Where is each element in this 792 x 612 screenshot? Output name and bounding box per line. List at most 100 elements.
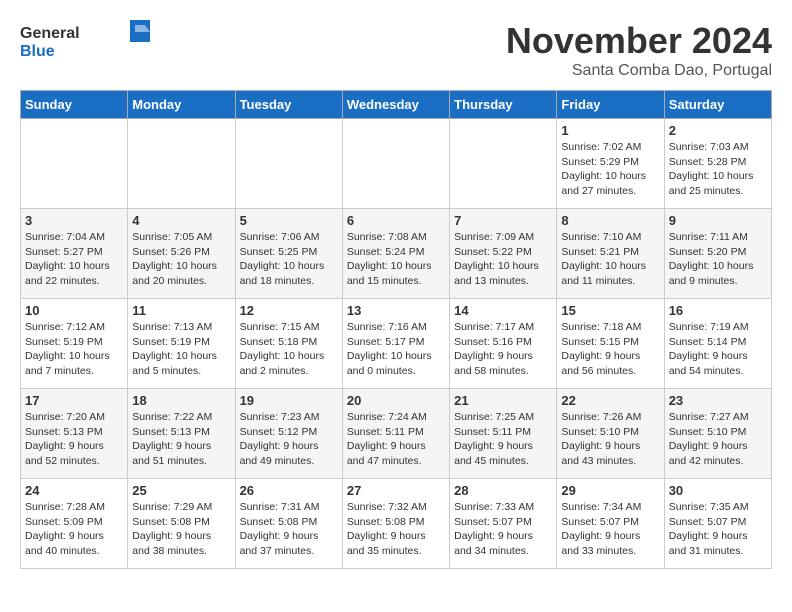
day-cell: 6 Sunrise: 7:08 AM Sunset: 5:24 PM Daylig…	[342, 209, 449, 299]
day-cell: 2 Sunrise: 7:03 AM Sunset: 5:28 PM Daylig…	[664, 119, 771, 209]
day-cell: 18 Sunrise: 7:22 AM Sunset: 5:13 PM Dayli…	[128, 389, 235, 479]
day-number: 30	[669, 483, 767, 498]
day-cell: 10 Sunrise: 7:12 AM Sunset: 5:19 PM Dayli…	[21, 299, 128, 389]
day-info: Sunrise: 7:22 AM Sunset: 5:13 PM Dayligh…	[132, 410, 230, 469]
day-info: Sunrise: 7:17 AM Sunset: 5:16 PM Dayligh…	[454, 320, 552, 379]
day-number: 16	[669, 303, 767, 318]
day-info: Sunrise: 7:34 AM Sunset: 5:07 PM Dayligh…	[561, 500, 659, 559]
day-cell: 17 Sunrise: 7:20 AM Sunset: 5:13 PM Dayli…	[21, 389, 128, 479]
day-number: 25	[132, 483, 230, 498]
logo-svg: General Blue	[20, 20, 150, 65]
day-cell: 29 Sunrise: 7:34 AM Sunset: 5:07 PM Dayli…	[557, 479, 664, 569]
day-number: 6	[347, 213, 445, 228]
week-row-4: 17 Sunrise: 7:20 AM Sunset: 5:13 PM Dayli…	[21, 389, 772, 479]
day-info: Sunrise: 7:08 AM Sunset: 5:24 PM Dayligh…	[347, 230, 445, 289]
day-cell	[235, 119, 342, 209]
header: General Blue November 2024 Santa Comba D…	[20, 20, 772, 80]
day-info: Sunrise: 7:09 AM Sunset: 5:22 PM Dayligh…	[454, 230, 552, 289]
day-number: 26	[240, 483, 338, 498]
week-row-5: 24 Sunrise: 7:28 AM Sunset: 5:09 PM Dayli…	[21, 479, 772, 569]
day-cell: 23Sunrise: 7:27 AM Sunset: 5:10 PM Dayli…	[664, 389, 771, 479]
weekday-header-row: SundayMondayTuesdayWednesdayThursdayFrid…	[21, 91, 772, 119]
week-row-1: 1 Sunrise: 7:02 AM Sunset: 5:29 PM Daylig…	[21, 119, 772, 209]
day-number: 5	[240, 213, 338, 228]
day-number: 4	[132, 213, 230, 228]
day-info: Sunrise: 7:02 AM Sunset: 5:29 PM Dayligh…	[561, 140, 659, 199]
day-info: Sunrise: 7:15 AM Sunset: 5:18 PM Dayligh…	[240, 320, 338, 379]
day-number: 15	[561, 303, 659, 318]
day-cell: 27 Sunrise: 7:32 AM Sunset: 5:08 PM Dayli…	[342, 479, 449, 569]
day-info: Sunrise: 7:04 AM Sunset: 5:27 PM Dayligh…	[25, 230, 123, 289]
day-number: 8	[561, 213, 659, 228]
month-title: November 2024	[506, 20, 772, 62]
day-cell: 14Sunrise: 7:17 AM Sunset: 5:16 PM Dayli…	[450, 299, 557, 389]
day-cell	[128, 119, 235, 209]
day-number: 22	[561, 393, 659, 408]
day-cell: 3 Sunrise: 7:04 AM Sunset: 5:27 PM Daylig…	[21, 209, 128, 299]
day-info: Sunrise: 7:23 AM Sunset: 5:12 PM Dayligh…	[240, 410, 338, 469]
weekday-header-sunday: Sunday	[21, 91, 128, 119]
day-info: Sunrise: 7:13 AM Sunset: 5:19 PM Dayligh…	[132, 320, 230, 379]
day-cell: 4Sunrise: 7:05 AM Sunset: 5:26 PM Daylig…	[128, 209, 235, 299]
day-info: Sunrise: 7:27 AM Sunset: 5:10 PM Dayligh…	[669, 410, 767, 469]
day-info: Sunrise: 7:35 AM Sunset: 5:07 PM Dayligh…	[669, 500, 767, 559]
weekday-header-friday: Friday	[557, 91, 664, 119]
day-cell: 13Sunrise: 7:16 AM Sunset: 5:17 PM Dayli…	[342, 299, 449, 389]
day-info: Sunrise: 7:29 AM Sunset: 5:08 PM Dayligh…	[132, 500, 230, 559]
location-title: Santa Comba Dao, Portugal	[506, 62, 772, 80]
day-cell: 12 Sunrise: 7:15 AM Sunset: 5:18 PM Dayli…	[235, 299, 342, 389]
day-number: 18	[132, 393, 230, 408]
week-row-2: 3 Sunrise: 7:04 AM Sunset: 5:27 PM Daylig…	[21, 209, 772, 299]
day-info: Sunrise: 7:10 AM Sunset: 5:21 PM Dayligh…	[561, 230, 659, 289]
weekday-header-tuesday: Tuesday	[235, 91, 342, 119]
week-row-3: 10 Sunrise: 7:12 AM Sunset: 5:19 PM Dayli…	[21, 299, 772, 389]
day-number: 24	[25, 483, 123, 498]
day-info: Sunrise: 7:33 AM Sunset: 5:07 PM Dayligh…	[454, 500, 552, 559]
day-cell	[21, 119, 128, 209]
day-info: Sunrise: 7:28 AM Sunset: 5:09 PM Dayligh…	[25, 500, 123, 559]
logo: General Blue	[20, 20, 150, 65]
day-number: 17	[25, 393, 123, 408]
weekday-header-saturday: Saturday	[664, 91, 771, 119]
day-cell: 8 Sunrise: 7:10 AM Sunset: 5:21 PM Daylig…	[557, 209, 664, 299]
day-info: Sunrise: 7:24 AM Sunset: 5:11 PM Dayligh…	[347, 410, 445, 469]
svg-text:General: General	[20, 25, 80, 42]
day-info: Sunrise: 7:26 AM Sunset: 5:10 PM Dayligh…	[561, 410, 659, 469]
day-cell	[342, 119, 449, 209]
day-cell: 15Sunrise: 7:18 AM Sunset: 5:15 PM Dayli…	[557, 299, 664, 389]
day-info: Sunrise: 7:20 AM Sunset: 5:13 PM Dayligh…	[25, 410, 123, 469]
day-cell: 22 Sunrise: 7:26 AM Sunset: 5:10 PM Dayli…	[557, 389, 664, 479]
day-number: 1	[561, 123, 659, 138]
day-number: 2	[669, 123, 767, 138]
day-number: 19	[240, 393, 338, 408]
day-number: 10	[25, 303, 123, 318]
day-cell: 25 Sunrise: 7:29 AM Sunset: 5:08 PM Dayli…	[128, 479, 235, 569]
day-cell: 21 Sunrise: 7:25 AM Sunset: 5:11 PM Dayli…	[450, 389, 557, 479]
day-number: 11	[132, 303, 230, 318]
day-cell: 11 Sunrise: 7:13 AM Sunset: 5:19 PM Dayli…	[128, 299, 235, 389]
day-info: Sunrise: 7:32 AM Sunset: 5:08 PM Dayligh…	[347, 500, 445, 559]
day-cell: 30 Sunrise: 7:35 AM Sunset: 5:07 PM Dayli…	[664, 479, 771, 569]
day-cell: 26 Sunrise: 7:31 AM Sunset: 5:08 PM Dayli…	[235, 479, 342, 569]
day-cell: 1 Sunrise: 7:02 AM Sunset: 5:29 PM Daylig…	[557, 119, 664, 209]
day-cell: 20Sunrise: 7:24 AM Sunset: 5:11 PM Dayli…	[342, 389, 449, 479]
day-cell: 5 Sunrise: 7:06 AM Sunset: 5:25 PM Daylig…	[235, 209, 342, 299]
day-cell: 16Sunrise: 7:19 AM Sunset: 5:14 PM Dayli…	[664, 299, 771, 389]
day-number: 27	[347, 483, 445, 498]
weekday-header-monday: Monday	[128, 91, 235, 119]
day-info: Sunrise: 7:03 AM Sunset: 5:28 PM Dayligh…	[669, 140, 767, 199]
day-number: 3	[25, 213, 123, 228]
day-number: 29	[561, 483, 659, 498]
day-number: 12	[240, 303, 338, 318]
weekday-header-wednesday: Wednesday	[342, 91, 449, 119]
day-number: 9	[669, 213, 767, 228]
day-info: Sunrise: 7:25 AM Sunset: 5:11 PM Dayligh…	[454, 410, 552, 469]
day-info: Sunrise: 7:12 AM Sunset: 5:19 PM Dayligh…	[25, 320, 123, 379]
day-number: 7	[454, 213, 552, 228]
day-cell: 19 Sunrise: 7:23 AM Sunset: 5:12 PM Dayli…	[235, 389, 342, 479]
day-number: 21	[454, 393, 552, 408]
day-info: Sunrise: 7:06 AM Sunset: 5:25 PM Dayligh…	[240, 230, 338, 289]
day-info: Sunrise: 7:31 AM Sunset: 5:08 PM Dayligh…	[240, 500, 338, 559]
day-cell: 28Sunrise: 7:33 AM Sunset: 5:07 PM Dayli…	[450, 479, 557, 569]
day-info: Sunrise: 7:16 AM Sunset: 5:17 PM Dayligh…	[347, 320, 445, 379]
